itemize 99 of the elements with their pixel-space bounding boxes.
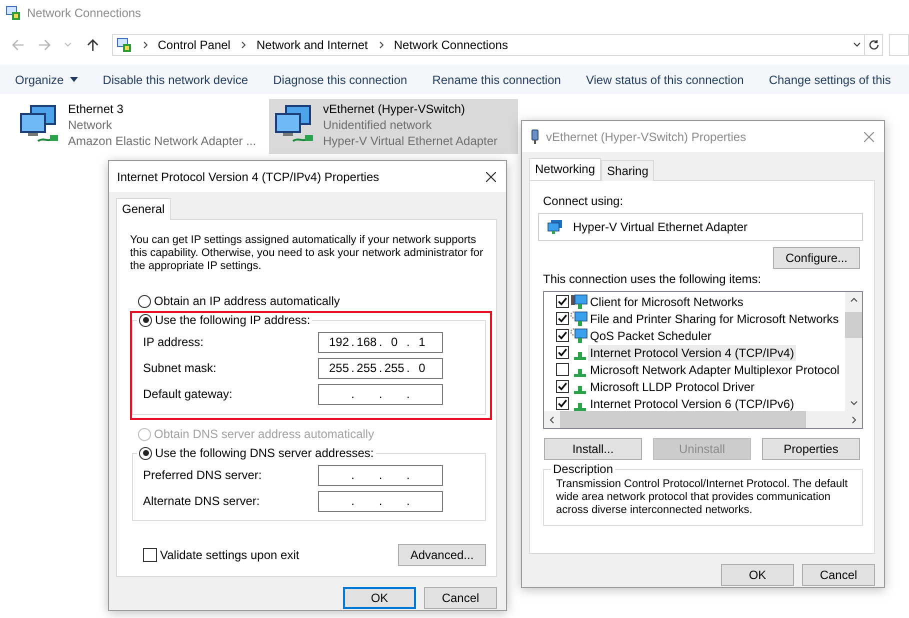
radio-button[interactable]	[138, 294, 151, 308]
chevron-down-icon[interactable]	[852, 41, 861, 49]
intro-text: You can get IP settings assigned automatically if your network supports this capability. Otherwise, you need to ask your network administrator for the appropriate IP settings.	[130, 234, 484, 273]
checkbox[interactable]	[556, 346, 569, 359]
list-item[interactable]: QoS Packet Scheduler	[588, 328, 714, 344]
connection-item[interactable]: Ethernet 3 Network Amazon Elastic Network Adapter ...	[14, 99, 263, 154]
radio-label[interactable]: Obtain an IP address automatically	[154, 294, 340, 308]
close-icon[interactable]	[486, 172, 496, 182]
checkbox[interactable]	[556, 312, 569, 325]
adapter-name: Amazon Elastic Network Adapter ...	[68, 133, 256, 149]
checkbox[interactable]	[556, 397, 569, 410]
connection-name: vEthernet (Hyper-VSwitch)	[323, 101, 466, 117]
network-connector-icon	[574, 402, 586, 410]
network-adapter-icon	[530, 128, 540, 144]
refresh-button[interactable]	[864, 34, 884, 56]
toolbar-button[interactable]: Disable this network device	[102, 72, 248, 86]
breadcrumb[interactable]: Control Panel	[158, 38, 230, 52]
chevron-right-icon[interactable]	[378, 41, 386, 49]
scrollbar[interactable]	[544, 411, 862, 428]
chevron-right-icon[interactable]	[850, 416, 858, 424]
list-item[interactable]: Microsoft Network Adapter Multiplexor Protocol	[588, 362, 842, 378]
up-arrow-icon[interactable]	[86, 38, 100, 52]
adapter-name: Hyper-V Virtual Ethernet Adapter	[323, 133, 498, 149]
description-text: Transmission Control Protocol/Internet Protocol. The default wide area network protocol that provides communication across diverse interconnected networks.	[556, 478, 849, 517]
checkbox[interactable]	[556, 295, 569, 308]
address-bar[interactable]: Control Panel Network and Internet Network Connections	[112, 34, 865, 56]
connection-status: Unidentified network	[323, 117, 433, 133]
network-connector-icon	[574, 386, 586, 394]
computer-icon	[570, 294, 588, 310]
connection-name: Ethernet 3	[68, 101, 124, 117]
ip-address-field[interactable]: . . .	[318, 464, 443, 486]
search-field[interactable]	[889, 34, 909, 56]
dialog-button[interactable]: OK	[721, 564, 794, 586]
tab[interactable]: Sharing	[601, 160, 654, 181]
breadcrumb[interactable]: Network and Internet	[256, 38, 368, 52]
computer-gear-icon	[570, 328, 588, 344]
ip-address-field[interactable]: 255 . 255 . 255 . 0	[318, 358, 443, 378]
checkbox[interactable]	[556, 380, 569, 393]
control-panel-icon	[5, 5, 21, 21]
radio-button[interactable]	[139, 446, 152, 460]
window-title: Network Connections	[27, 6, 142, 20]
connection-item[interactable]: vEthernet (Hyper-VSwitch) Unidentified network Hyper-V Virtual Ethernet Adapter	[269, 99, 518, 154]
scrollbar[interactable]	[845, 292, 862, 411]
chevron-up-icon[interactable]	[850, 296, 858, 304]
toolbar-button[interactable]: Change settings of this	[768, 72, 891, 86]
field-label: Alternate DNS server:	[143, 494, 261, 508]
chevron-right-icon[interactable]	[142, 41, 150, 49]
adapter-field: Hyper-V Virtual Ethernet Adapter	[538, 213, 863, 241]
radio-label[interactable]: Use the following IP address:	[155, 313, 310, 327]
toolbar-button[interactable]: Rename this connection	[432, 72, 561, 86]
scrollbar-thumb[interactable]	[845, 312, 862, 338]
tab[interactable]: Networking	[529, 158, 602, 180]
list-item[interactable]: File and Printer Sharing for Microsoft Networks	[588, 310, 841, 326]
checkbox[interactable]	[143, 548, 157, 562]
dialog-title: vEthernet (Hyper-VSwitch) Properties	[546, 130, 748, 144]
toolbar-button[interactable]: Organize	[15, 72, 78, 86]
list-item[interactable]: Internet Protocol Version 4 (TCP/IPv4)	[588, 344, 796, 360]
dialog-button[interactable]: OK	[343, 587, 416, 609]
field-label: IP address:	[143, 335, 204, 349]
section-label: This connection uses the following items:	[543, 272, 762, 286]
chevron-down-icon[interactable]	[850, 399, 858, 407]
ip-address-field[interactable]: . . .	[318, 490, 443, 512]
ip-address-field[interactable]: 192 . 168 . 0 . 1	[318, 332, 443, 352]
toolbar-button[interactable]: View status of this connection	[586, 72, 744, 86]
action-button[interactable]: Install...	[544, 438, 642, 460]
advanced-button[interactable]: Advanced...	[398, 544, 486, 566]
chevron-left-icon[interactable]	[548, 416, 556, 424]
connection-status: Network	[68, 117, 114, 133]
group-label: Description	[552, 462, 614, 476]
dialog-button[interactable]: Cancel	[424, 587, 497, 609]
toolbar-button[interactable]: Diagnose this connection	[273, 72, 408, 86]
refresh-icon	[868, 39, 880, 51]
breadcrumb[interactable]: Network Connections	[394, 38, 508, 52]
list-item[interactable]: Microsoft LLDP Protocol Driver	[588, 378, 756, 394]
radio-label[interactable]: Use the following DNS server addresses:	[155, 446, 374, 460]
chevron-right-icon[interactable]	[240, 41, 248, 49]
checkbox[interactable]	[556, 363, 569, 376]
scrollbar-thumb[interactable]	[560, 411, 806, 428]
dialog-button[interactable]: Cancel	[802, 564, 875, 586]
computer-gear-icon	[570, 310, 588, 326]
network-computers-icon	[547, 219, 563, 235]
network-connector-icon	[574, 352, 586, 360]
dialog-title: Internet Protocol Version 4 (TCP/IPv4) Properties	[117, 170, 380, 184]
tab[interactable]: General	[116, 198, 171, 220]
network-connector-icon	[574, 368, 586, 376]
list-item[interactable]: Internet Protocol Version 6 (TCP/IPv6)	[588, 396, 796, 412]
list-item[interactable]: Client for Microsoft Networks	[588, 294, 746, 310]
field-label: Preferred DNS server:	[143, 468, 263, 482]
checkbox-label[interactable]: Validate settings upon exit	[160, 548, 300, 562]
configure-button[interactable]: Configure...	[773, 247, 860, 269]
radio-button[interactable]	[139, 314, 152, 326]
field-label: Default gateway:	[143, 387, 234, 401]
action-button[interactable]: Properties	[762, 438, 860, 460]
checkbox[interactable]	[556, 329, 569, 342]
field-label: Subnet mask:	[143, 361, 218, 375]
ip-address-field[interactable]: . . .	[318, 384, 443, 404]
control-panel-icon	[116, 37, 132, 53]
section-label: Connect using:	[543, 194, 624, 208]
caret-icon	[70, 77, 78, 82]
